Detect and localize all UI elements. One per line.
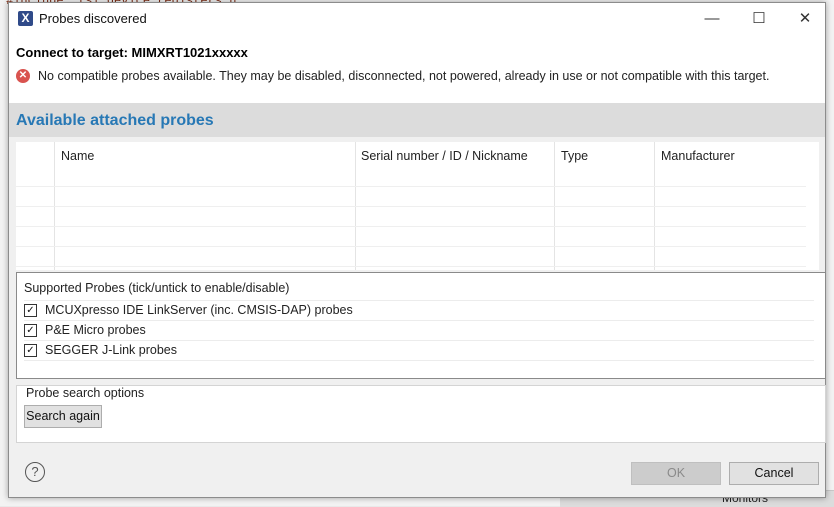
connect-target-title: Connect to target: MIMXRT1021xxxxx xyxy=(16,45,248,60)
table-row xyxy=(16,186,806,187)
cancel-button[interactable]: Cancel xyxy=(729,462,819,485)
section-band: Available attached probes xyxy=(9,103,825,137)
table-row xyxy=(16,206,806,207)
linkserver-checkbox[interactable]: ✓ xyxy=(24,304,37,317)
window-title: Probes discovered xyxy=(39,11,147,26)
maximize-button[interactable]: ☐ xyxy=(736,3,782,34)
table-row xyxy=(16,266,806,267)
section-title: Available attached probes xyxy=(16,112,214,129)
divider xyxy=(24,360,814,361)
close-button[interactable]: ✕ xyxy=(782,3,828,34)
help-icon[interactable]: ? xyxy=(25,462,45,482)
column-header-manufacturer[interactable]: Manufacturer xyxy=(661,149,735,163)
ok-button[interactable]: OK xyxy=(631,462,721,485)
probe-type-jlink[interactable]: ✓ SEGGER J-Link probes xyxy=(24,341,814,360)
jlink-label: SEGGER J-Link probes xyxy=(45,343,177,357)
column-header-name[interactable]: Name xyxy=(61,149,94,163)
probe-search-options-title: Probe search options xyxy=(24,386,147,400)
supported-probes-group: Supported Probes (tick/untick to enable/… xyxy=(16,272,826,379)
search-again-button[interactable]: Search again xyxy=(24,405,102,428)
probe-table[interactable]: Name Serial number / ID / Nickname Type … xyxy=(16,142,819,270)
error-icon: ✕ xyxy=(16,69,30,83)
supported-probes-title: Supported Probes (tick/untick to enable/… xyxy=(24,281,290,295)
pemicro-checkbox[interactable]: ✓ xyxy=(24,324,37,337)
minimize-button[interactable]: — xyxy=(689,3,735,34)
dialog-header: Connect to target: MIMXRT1021xxxxx ✕ No … xyxy=(9,34,825,103)
probes-discovered-dialog: X Probes discovered — ☐ ✕ Connect to tar… xyxy=(8,2,826,498)
column-header-serial[interactable]: Serial number / ID / Nickname xyxy=(361,149,528,163)
table-row xyxy=(16,226,806,227)
probe-type-linkserver[interactable]: ✓ MCUXpresso IDE LinkServer (inc. CMSIS-… xyxy=(24,301,814,320)
dialog-footer: ? OK Cancel xyxy=(9,447,825,497)
probe-type-pemicro[interactable]: ✓ P&E Micro probes xyxy=(24,321,814,340)
error-message: No compatible probes available. They may… xyxy=(38,69,770,83)
app-x-icon: X xyxy=(18,11,33,26)
jlink-checkbox[interactable]: ✓ xyxy=(24,344,37,357)
title-bar: X Probes discovered — ☐ ✕ xyxy=(9,3,825,34)
pemicro-label: P&E Micro probes xyxy=(45,323,146,337)
column-header-type[interactable]: Type xyxy=(561,149,588,163)
linkserver-label: MCUXpresso IDE LinkServer (inc. CMSIS-DA… xyxy=(45,303,353,317)
table-row xyxy=(16,246,806,247)
probe-search-options-group: Probe search options Search again xyxy=(16,385,826,443)
